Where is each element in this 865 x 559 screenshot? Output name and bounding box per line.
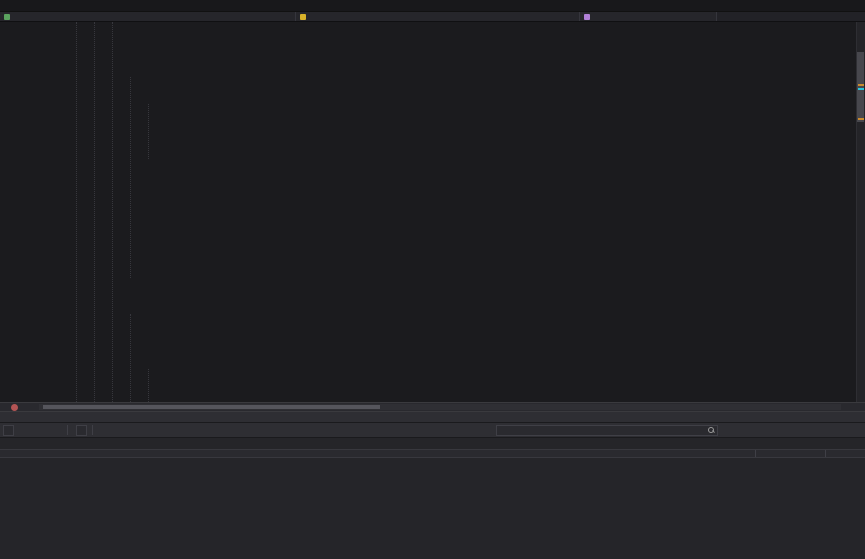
- toolbar-separator: [92, 425, 93, 435]
- search-match-mark: [858, 118, 864, 120]
- search-results-box[interactable]: [496, 425, 718, 436]
- scope-dropdown[interactable]: [3, 425, 14, 436]
- indent-guide: [148, 104, 149, 159]
- member-dropdown[interactable]: [580, 12, 717, 21]
- indent-guide: [130, 314, 131, 402]
- project-dropdown[interactable]: [0, 12, 296, 21]
- indent-guide: [130, 77, 131, 278]
- find-panel-title: [0, 412, 865, 423]
- indent-guide: [94, 22, 95, 402]
- find-results-tree: [0, 458, 865, 559]
- method-icon: [584, 14, 590, 20]
- editor-vertical-scrollbar[interactable]: [856, 22, 865, 402]
- indent-guide: [76, 22, 77, 402]
- scrollbar-thumb[interactable]: [43, 405, 380, 409]
- editor-horizontal-scrollbar[interactable]: [39, 404, 841, 410]
- search-input[interactable]: [500, 427, 708, 434]
- find-summary: [0, 438, 865, 449]
- file-column-header[interactable]: [755, 450, 825, 457]
- whole-word-button[interactable]: [33, 425, 46, 436]
- find-toolbar: [0, 423, 865, 438]
- indent-guide: [148, 369, 149, 402]
- project-icon: [4, 14, 10, 20]
- search-match-mark: [858, 84, 864, 86]
- class-icon: [300, 14, 306, 20]
- line-column-header[interactable]: [825, 450, 865, 457]
- code-editor[interactable]: [0, 22, 865, 402]
- issues-icon: [11, 404, 18, 411]
- vs-window: [0, 0, 865, 559]
- toolbar-separator: [67, 425, 68, 435]
- tab-bar: [0, 0, 865, 12]
- caret-position-mark: [858, 88, 864, 90]
- issues-indicator[interactable]: [11, 404, 21, 411]
- find-results-panel: [0, 411, 865, 559]
- indent-guide: [112, 22, 113, 402]
- search-icon: [708, 427, 714, 433]
- breadcrumb-bar: [0, 12, 865, 22]
- editor-status-bar: [0, 402, 865, 411]
- navbar-filler: [717, 12, 865, 21]
- type-dropdown[interactable]: [296, 12, 580, 21]
- misc-files-button[interactable]: [49, 425, 62, 436]
- scrollbar-thumb[interactable]: [857, 52, 864, 122]
- match-case-button[interactable]: [17, 425, 30, 436]
- find-results-header: [0, 449, 865, 458]
- group-by-dropdown[interactable]: [76, 425, 87, 436]
